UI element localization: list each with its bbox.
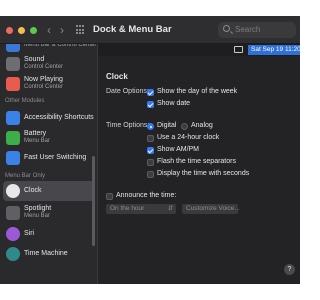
sidebar-item-subtitle: Control Center <box>24 64 64 70</box>
accessibility-icon <box>6 111 20 125</box>
flash-time-separators-checkbox[interactable] <box>147 159 154 166</box>
sidebar-item-label: Spotlight <box>24 205 52 212</box>
digital-label: Digital <box>157 122 177 129</box>
sidebar-item-label: Fast User Switching <box>24 154 87 161</box>
use-24-hour-clock-checkbox[interactable] <box>147 135 154 142</box>
help-button[interactable]: ? <box>284 264 295 275</box>
user-switch-icon <box>6 151 20 165</box>
search-icon <box>223 25 230 32</box>
sidebar-item-battery[interactable]: Battery Menu Bar <box>0 128 98 148</box>
time-options-label: Time Options: <box>106 122 150 129</box>
sidebar-item-label: Time Machine <box>24 250 68 257</box>
close-window-button[interactable] <box>6 27 13 34</box>
sidebar-item-time-machine[interactable]: Time Machine <box>0 244 98 264</box>
time-machine-icon <box>6 247 20 261</box>
announce-interval-value: On the hour <box>110 205 145 212</box>
analog-radio[interactable] <box>181 123 188 130</box>
siri-icon <box>6 227 20 241</box>
sidebar-item-sound[interactable]: Sound Control Center <box>0 54 98 74</box>
window-title: Dock & Menu Bar <box>93 24 172 35</box>
battery-icon <box>6 131 20 145</box>
clock-icon <box>6 184 20 198</box>
menu-bar-preview: Sat Sep 19 11:20 AM <box>98 44 300 56</box>
announce-interval-select[interactable]: On the hour ⇵ <box>106 204 176 214</box>
customize-voice-button[interactable]: Customize Voice... <box>182 204 240 214</box>
sidebar-item-label: Clock <box>24 187 42 194</box>
display-time-seconds-checkbox[interactable] <box>147 171 154 178</box>
spotlight-icon <box>6 206 20 220</box>
section-title: Clock <box>106 72 128 81</box>
sidebar-item-label: Siri <box>24 230 35 237</box>
title-bar: ‹ › Dock & Menu Bar Search <box>0 16 300 44</box>
show-am-pm-label: Show AM/PM <box>157 146 200 153</box>
sidebar-item-subtitle: Control Center <box>24 84 64 90</box>
show-date-checkbox[interactable] <box>147 101 154 108</box>
announce-time-checkbox[interactable] <box>106 193 113 200</box>
sidebar-item-accessibility-shortcuts[interactable]: Accessibility Shortcuts <box>0 108 98 128</box>
sidebar-item-subtitle: Menu Bar <box>24 138 51 144</box>
sidebar-section-header: Menu Bar Only <box>5 173 46 179</box>
speaker-icon <box>6 57 20 71</box>
sidebar-item-label: Battery <box>24 130 47 137</box>
sidebar: Menu Bar & Control Center Sound Control … <box>0 16 98 284</box>
show-am-pm-checkbox[interactable] <box>147 147 154 154</box>
sidebar-item-siri[interactable]: Siri <box>0 224 98 244</box>
show-day-of-week-checkbox[interactable] <box>147 89 154 96</box>
back-arrow-icon[interactable]: ‹ <box>47 23 51 37</box>
analog-label: Analog <box>191 122 213 129</box>
sidebar-section-header: Other Modules <box>5 98 45 104</box>
sidebar-item-label: Accessibility Shortcuts <box>24 114 94 121</box>
chevron-updown-icon: ⇵ <box>167 206 173 212</box>
sidebar-item-now-playing[interactable]: Now Playing Control Center <box>0 74 98 94</box>
show-all-grid-icon[interactable] <box>76 25 86 35</box>
show-day-of-week-label: Show the day of the week <box>157 88 238 95</box>
search-placeholder: Search <box>235 25 261 34</box>
sidebar-item-clock[interactable]: Clock <box>3 181 95 201</box>
search-field[interactable]: Search <box>218 22 296 38</box>
sidebar-item-fast-user-switching[interactable]: Fast User Switching <box>0 148 98 168</box>
menu-bar-preview-icon <box>234 46 243 53</box>
use-24-hour-clock-label: Use a 24-hour clock <box>157 134 220 141</box>
date-options-label: Date Options: <box>106 88 149 95</box>
sidebar-item-label: Now Playing <box>24 76 63 83</box>
display-time-seconds-label: Display the time with seconds <box>157 170 250 177</box>
show-date-label: Show date <box>157 100 191 107</box>
announce-time-label: Announce the time: <box>116 192 177 199</box>
digital-radio[interactable] <box>147 123 154 130</box>
play-icon <box>6 77 20 91</box>
zoom-window-button[interactable] <box>30 27 37 34</box>
minimize-window-button[interactable] <box>18 27 25 34</box>
sidebar-item-spotlight[interactable]: Spotlight Menu Bar <box>0 203 98 223</box>
menu-bar-clock-preview: Sat Sep 19 11:20 AM <box>248 45 300 55</box>
customize-voice-label: Customize Voice... <box>186 205 240 212</box>
sidebar-item-subtitle: Menu Bar <box>24 213 51 219</box>
preferences-window: Menu Bar & Control Center Sound Control … <box>0 16 300 284</box>
sidebar-item-label: Sound <box>24 56 45 63</box>
clock-settings-pane: Clock Date Options: Show the day of the … <box>98 56 300 284</box>
forward-arrow-icon[interactable]: › <box>60 23 64 37</box>
flash-time-separators-label: Flash the time separators <box>157 158 236 165</box>
sidebar-scrollbar[interactable] <box>92 156 95 246</box>
